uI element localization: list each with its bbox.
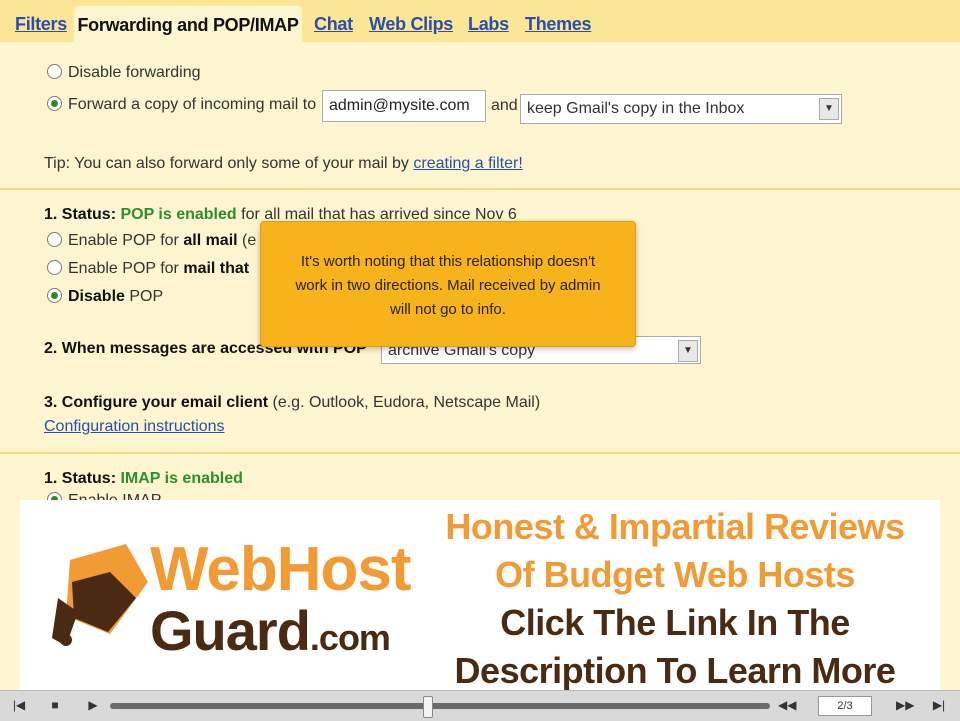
ad-line-2: Of Budget Web Hosts — [495, 554, 855, 595]
imap-status: 1. Status: IMAP is enabled — [44, 470, 243, 488]
forward-copy-option[interactable]: Forward a copy of incoming mail to — [47, 96, 316, 114]
stop-icon[interactable]: ■ — [46, 697, 64, 713]
gmail-copy-value: keep Gmail's copy in the Inbox — [527, 100, 745, 117]
ad-line-3: Click The Link In The — [500, 602, 850, 643]
pop-disable-label: POP — [129, 288, 164, 305]
create-filter-link[interactable]: creating a filter! — [413, 155, 522, 172]
progress-track[interactable] — [110, 703, 770, 709]
tab-chat[interactable]: Chat — [314, 14, 353, 35]
configure-client-hint: (e.g. Outlook, Eudora, Netscape Mail) — [272, 394, 541, 411]
skip-back-icon[interactable]: |◀ — [10, 697, 28, 713]
tab-labs[interactable]: Labs — [468, 14, 509, 35]
pop-from-now-radio[interactable] — [47, 260, 62, 275]
logo-webhost: WebHost — [150, 535, 412, 604]
chevron-down-icon[interactable]: ▼ — [678, 340, 698, 362]
tip-text: Tip: You can also forward only some of y… — [44, 155, 409, 172]
pop-disable-radio[interactable] — [47, 288, 62, 303]
imap-status-value: IMAP is enabled — [120, 470, 243, 487]
imap-status-prefix: 1. Status: — [44, 470, 117, 487]
rewind-icon[interactable]: ◀◀ — [778, 697, 796, 713]
settings-tabs: Filters Forwarding and POP/IMAP Chat Web… — [0, 0, 960, 44]
tab-filters[interactable]: Filters — [15, 14, 67, 35]
pop-all-mail-label: Enable POP for — [68, 232, 179, 249]
disable-forwarding-label: Disable forwarding — [68, 64, 201, 81]
ad-line-4: Description To Learn More — [454, 650, 896, 691]
fast-forward-icon[interactable]: ▶▶ — [896, 697, 914, 713]
forward-address-input[interactable]: admin@mysite.com — [322, 90, 486, 122]
play-icon[interactable]: ▶ — [84, 697, 102, 713]
page-indicator: 2/3 — [818, 696, 872, 716]
pop-all-mail-bold: all mail — [183, 232, 238, 249]
forward-copy-label: Forward a copy of incoming mail to — [68, 96, 317, 113]
annotation-tooltip: It's worth noting that this relationship… — [260, 221, 636, 347]
pop-status-prefix: 1. Status: — [44, 206, 117, 223]
pop-all-mail-option[interactable]: Enable POP for all mail (e — [47, 232, 256, 250]
configure-client-label: 3. Configure your email client — [44, 394, 269, 411]
ad-banner[interactable]: WebHost Guard.com Honest & Impartial Rev… — [20, 500, 940, 694]
disable-forwarding-radio[interactable] — [47, 64, 62, 79]
tab-web-clips[interactable]: Web Clips — [369, 14, 453, 35]
disable-forwarding-option[interactable]: Disable forwarding — [47, 64, 201, 82]
and-label: and — [491, 97, 518, 114]
section-divider — [0, 188, 960, 190]
shield-logo-icon — [48, 542, 154, 652]
forward-tip: Tip: You can also forward only some of y… — [44, 155, 523, 173]
pop-from-now-bold: mail that — [183, 260, 250, 277]
ad-line-1: Honest & Impartial Reviews — [445, 506, 905, 547]
tab-forwarding-pop-imap[interactable]: Forwarding and POP/IMAP — [74, 6, 302, 44]
configuration-instructions: Configuration instructions — [44, 418, 225, 436]
video-player-controls: |◀ ■ ▶ ◀◀ 2/3 ▶▶ ▶| — [0, 690, 960, 721]
logo-guard: Guard.com — [150, 598, 391, 663]
pop-all-mail-suffix: (e — [242, 232, 257, 249]
pop-from-now-option[interactable]: Enable POP for mail that — [47, 260, 249, 278]
configuration-instructions-link[interactable]: Configuration instructions — [44, 418, 225, 435]
skip-forward-icon[interactable]: ▶| — [930, 697, 948, 713]
logo-guard-text: Guard — [150, 599, 311, 662]
logo-com-text: .com — [309, 617, 391, 658]
pop-from-now-label: Enable POP for — [68, 260, 179, 277]
pop-status-value: POP is enabled — [120, 206, 237, 223]
pop-all-mail-radio[interactable] — [47, 232, 62, 247]
configure-client: 3. Configure your email client (e.g. Out… — [44, 394, 540, 412]
chevron-down-icon[interactable]: ▼ — [819, 98, 839, 120]
section-divider — [0, 452, 960, 454]
forward-copy-radio[interactable] — [47, 96, 62, 111]
pop-disable-bold: Disable — [68, 288, 125, 305]
gmail-copy-select[interactable]: keep Gmail's copy in the Inbox ▼ — [520, 94, 842, 124]
tab-themes[interactable]: Themes — [525, 14, 592, 35]
progress-thumb[interactable] — [422, 696, 433, 718]
pop-disable-option[interactable]: Disable POP — [47, 288, 163, 306]
